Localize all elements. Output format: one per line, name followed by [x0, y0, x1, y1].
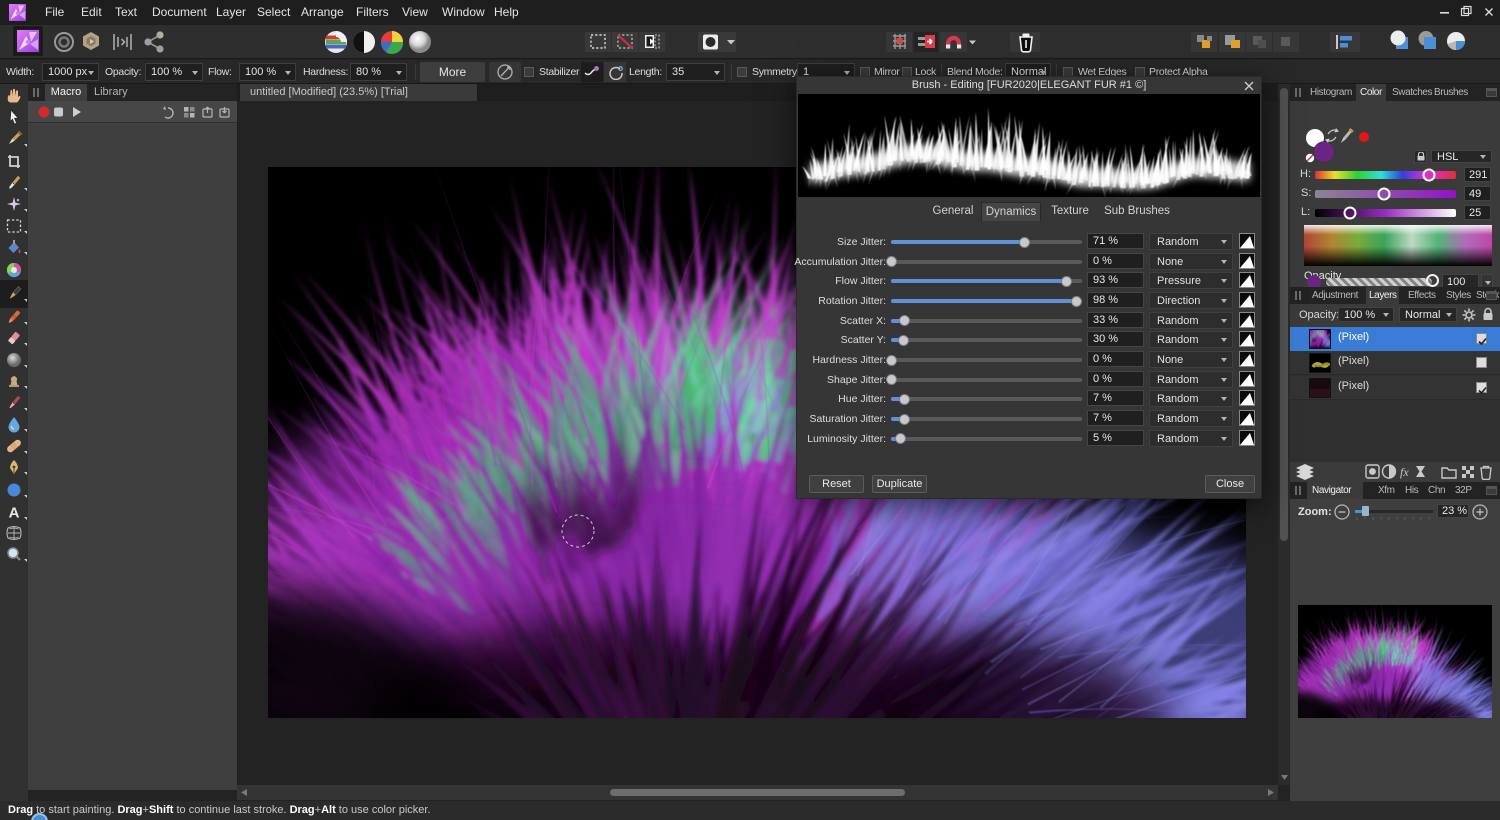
svg-text:A: A: [9, 505, 20, 522]
svg-text:fx: fx: [1400, 465, 1409, 479]
